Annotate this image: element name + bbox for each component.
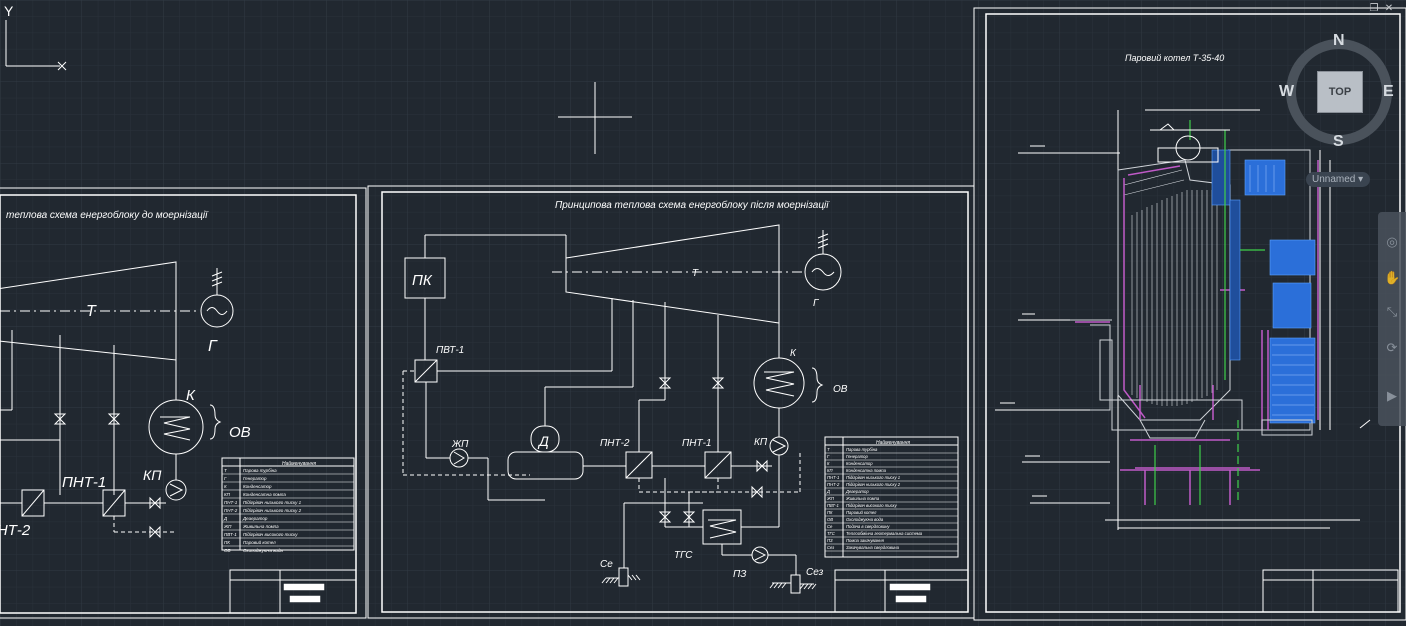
left-ov-label: ОВ — [229, 424, 251, 441]
tgs-label: ТГС — [674, 550, 693, 561]
legend-description: Закачувальна свердловина — [846, 545, 900, 550]
chevron-down-icon: ▾ — [1358, 174, 1364, 185]
legend-code: КП — [224, 492, 231, 497]
legend-description: Конденсатор — [243, 484, 272, 489]
showmotion-icon[interactable]: ▶ — [1384, 388, 1400, 404]
legend-code: ПНТ-1 — [224, 500, 238, 505]
legend-description: Генератор — [243, 476, 267, 481]
legend-code: Т — [827, 447, 830, 452]
legend-code: ЖП — [826, 496, 835, 501]
legend-code: КП — [827, 468, 833, 473]
ucs-menu-button[interactable]: Unnamed ▾ — [1306, 172, 1370, 187]
middle-turbine-label: Т — [692, 268, 699, 279]
left-condenser-label: К — [186, 387, 196, 404]
legend-code: ПЗ — [827, 538, 833, 543]
viewcube-north[interactable]: N — [1333, 32, 1345, 50]
left-kp-label: КП — [143, 467, 162, 483]
legend-code: ПВТ-1 — [827, 503, 839, 508]
legend-description: Паровий котел — [243, 539, 276, 545]
close-viewport-button[interactable]: ✕ — [1383, 4, 1395, 14]
left-pnt1-label: ПНТ-1 — [62, 474, 106, 491]
legend-description: Помпа закачування — [846, 538, 885, 543]
legend-code: Се — [827, 524, 833, 529]
legend-code: ОВ — [827, 517, 833, 522]
legend-description: Парова турбіна — [846, 447, 878, 452]
legend-description: Підігрівач низького тиску 2 — [846, 482, 901, 487]
legend-code: Сез — [827, 545, 834, 550]
legend-description: Парова турбіна — [243, 468, 277, 473]
legend-description: Деаератор — [242, 516, 268, 521]
pan-icon[interactable]: ✋ — [1384, 270, 1400, 286]
legend-description: Охолоджуюча вода — [846, 517, 884, 522]
legend-code: ТГС — [827, 531, 836, 536]
navigation-bar: ◎ ✋ ⤡ ⟳ ▶ — [1378, 212, 1406, 426]
left-legend-header: Найменування — [282, 460, 316, 467]
steering-wheel-icon[interactable]: ◎ — [1384, 234, 1400, 250]
legend-description: Живильна помпа — [845, 496, 880, 501]
legend-code: ПНТ-2 — [827, 482, 840, 487]
se-label: Се — [600, 559, 613, 570]
viewcube-south[interactable]: S — [1333, 133, 1344, 151]
legend-code: Д — [826, 489, 830, 494]
legend-description: Деаератор — [845, 489, 869, 494]
legend-description: Охолоджуюча вода — [243, 548, 283, 553]
legend-description: Підігрівач високого тиску — [243, 532, 298, 537]
middle-sheet-title: Принципова теплова схема енергоблоку піс… — [555, 199, 830, 211]
legend-code: ОВ — [224, 548, 231, 553]
middle-pnt1-label: ПНТ-1 — [682, 438, 711, 449]
legend-code: К — [224, 484, 227, 489]
orbit-icon[interactable]: ⟳ — [1384, 340, 1400, 356]
middle-legend-header: Найменування — [876, 439, 910, 446]
legend-description: Живильна помпа — [242, 524, 279, 529]
legend-description: Підігрівач низького тиску 2 — [243, 508, 302, 513]
legend-description: Генератор — [846, 454, 868, 459]
middle-ov-label: ОВ — [833, 384, 848, 395]
ucs-y-label: Y — [4, 3, 14, 19]
pk-label: ПК — [412, 272, 433, 289]
left-pnt2-label: ПНТ-2 — [0, 522, 31, 539]
ucs-icon: Y — [4, 3, 67, 71]
legend-description: Підігрівач низького тиску 1 — [846, 475, 900, 480]
sez-label: Сез — [806, 567, 824, 578]
legend-code: ПНТ-1 — [827, 475, 839, 480]
viewcube-east[interactable]: E — [1383, 83, 1394, 101]
left-turbine-label: Т — [86, 303, 97, 320]
legend-code: ПК — [827, 510, 833, 515]
middle-pnt2-label: ПНТ-2 — [600, 438, 630, 449]
right-sheet-title: Паровий котел Т-35-40 — [1125, 53, 1224, 63]
legend-code: ПК — [224, 540, 230, 545]
viewcube-top-face[interactable]: TOP — [1317, 71, 1363, 113]
pvt1-label: ПВТ-1 — [436, 345, 464, 356]
legend-code: ЖП — [223, 524, 232, 529]
ucs-name: Unnamed — [1312, 174, 1356, 185]
legend-description: Конденсатор — [846, 461, 873, 466]
minimize-viewport-button[interactable]: – — [1354, 4, 1366, 14]
restore-viewport-button[interactable]: ❐ — [1368, 4, 1380, 14]
pz-label: ПЗ — [733, 569, 746, 580]
zhp-label: ЖП — [451, 439, 469, 450]
middle-kp-label: КП — [754, 437, 768, 448]
legend-code: ПНТ-2 — [224, 508, 238, 513]
legend-description: Конденсатна помпа — [243, 492, 286, 497]
legend-description: Теплообмінна геотермальна система — [846, 531, 923, 536]
legend-description: Паровий котел — [846, 510, 877, 515]
deaerator-label: Д — [537, 433, 549, 449]
left-generator-label: Г — [208, 338, 218, 355]
legend-code: ПВТ-1 — [224, 532, 237, 537]
legend-description: Підігрівач низького тиску 1 — [243, 500, 302, 505]
zoom-extents-icon[interactable]: ⤡ — [1384, 304, 1400, 320]
viewcube-west[interactable]: W — [1279, 83, 1294, 101]
model-space[interactable]: теплова схема енергоблоку до моернізації… — [0, 0, 1406, 626]
left-sheet-title: теплова схема енергоблоку до моернізації — [6, 209, 209, 221]
legend-description: Підігрівач високого тиску — [846, 503, 898, 508]
legend-description: Подача в свердловину — [846, 524, 890, 529]
autocad-drawing-canvas[interactable]: теплова схема енергоблоку до моернізації… — [0, 0, 1406, 626]
legend-description: Конденсатна помпа — [846, 468, 887, 473]
